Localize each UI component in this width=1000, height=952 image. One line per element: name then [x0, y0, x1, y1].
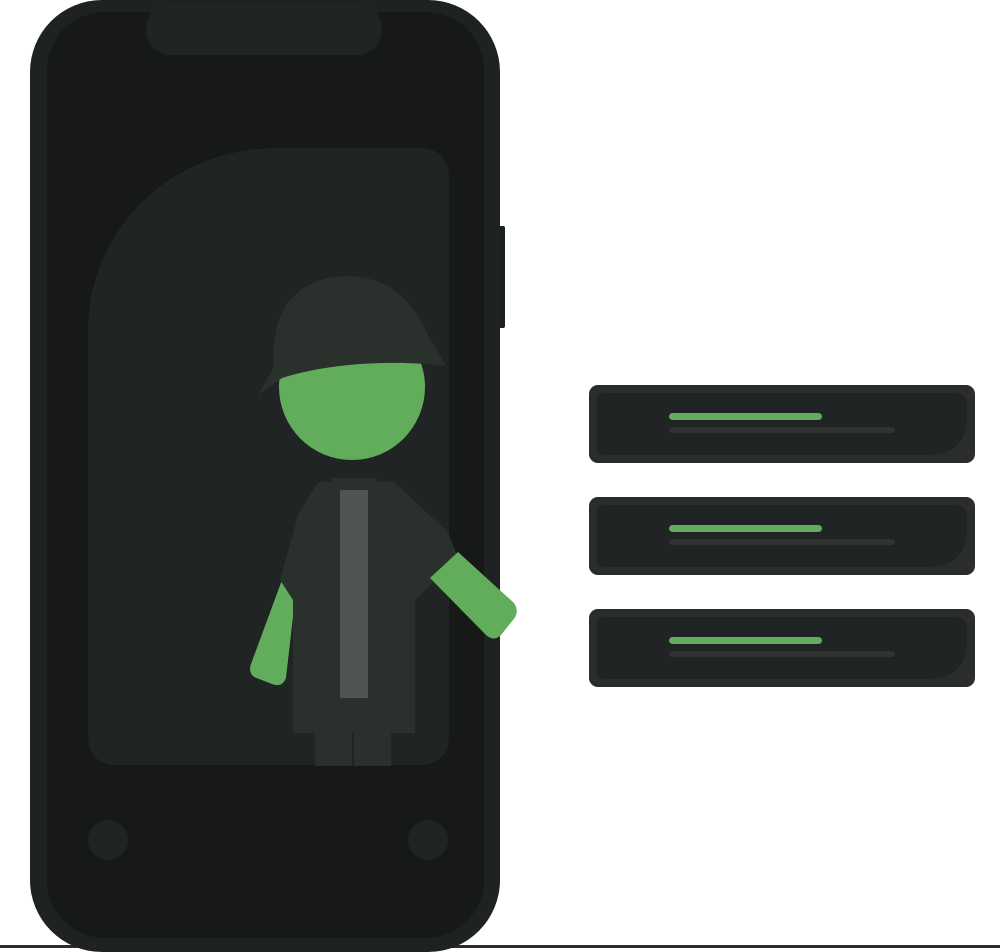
list-cards: [589, 385, 975, 687]
phone-left-button-icon: [88, 820, 128, 860]
illustration: [0, 0, 1000, 952]
list-card-3: [589, 609, 975, 687]
list-card-inner: [597, 617, 967, 679]
list-card-2: [589, 497, 975, 575]
list-card-line-secondary: [669, 539, 895, 545]
list-card-inner: [597, 393, 967, 455]
list-card-line-secondary: [669, 427, 895, 433]
figure-shirt: [340, 488, 368, 698]
list-card-1: [589, 385, 975, 463]
phone-notch: [146, 4, 382, 55]
list-card-line-secondary: [669, 651, 895, 657]
list-card-line-primary: [669, 637, 822, 644]
phone-right-button-icon: [408, 820, 448, 860]
list-card-line-primary: [669, 413, 822, 420]
list-card-inner: [597, 505, 967, 567]
phone: [30, 0, 505, 952]
list-card-line-primary: [669, 525, 822, 532]
